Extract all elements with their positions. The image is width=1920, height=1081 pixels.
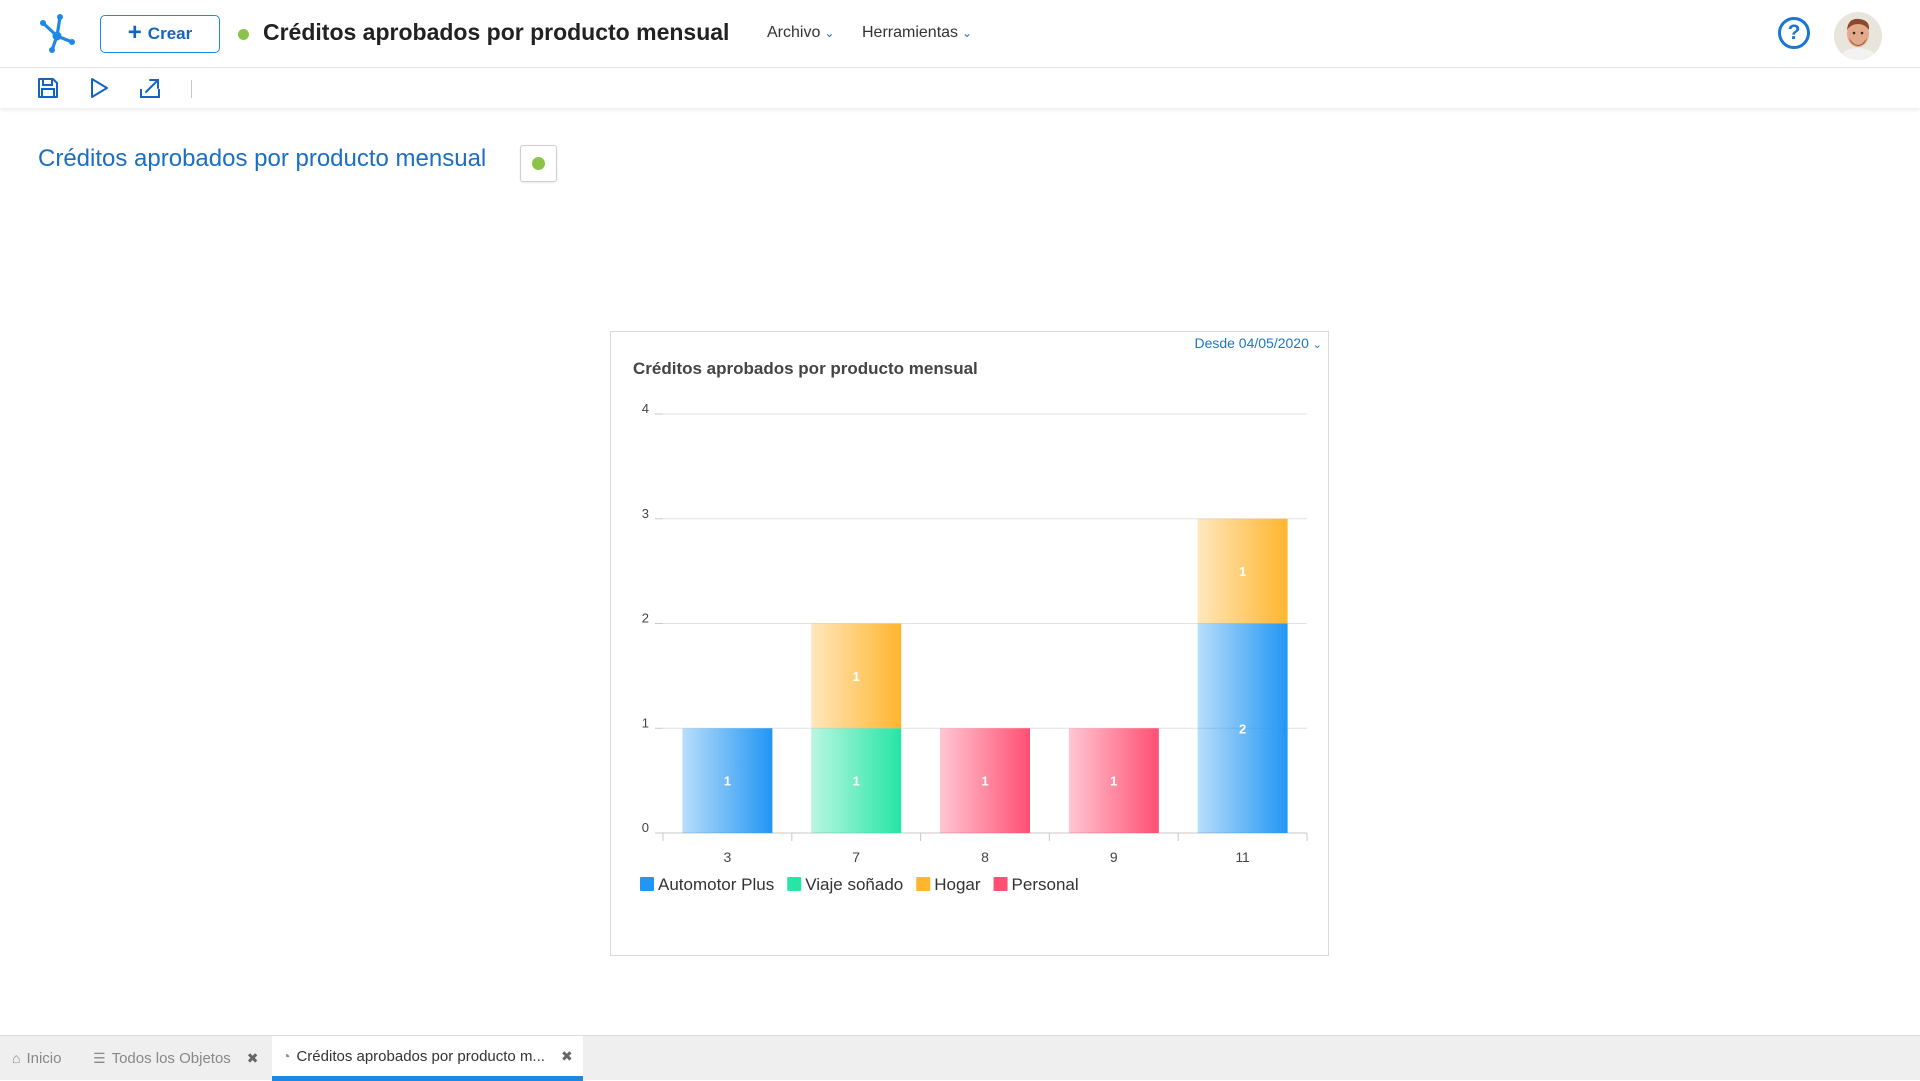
tab-creditos-label: Créditos aprobados por producto m... [296, 1047, 545, 1065]
menu-herramientas[interactable]: Herramientas ⌄ [862, 24, 972, 42]
x-tick-label: 9 [1110, 849, 1118, 865]
pie-chart-icon: ◔ [282, 1048, 291, 1064]
chevron-down-icon: ⌄ [962, 26, 973, 40]
tab-todos-label: Todos los Objetos [111, 1049, 231, 1067]
y-tick-label: 2 [642, 611, 649, 626]
y-tick-label: 0 [642, 820, 649, 835]
status-toggle[interactable] [520, 145, 557, 182]
chart-title: Créditos aprobados por producto mensual [633, 359, 978, 378]
bar-data-label: 1 [1239, 564, 1246, 579]
legend-label: Viaje soñado [805, 875, 903, 894]
list-icon: ☰ [93, 1049, 106, 1066]
legend-label: Personal [1012, 875, 1079, 894]
run-icon[interactable] [87, 76, 111, 100]
menu-archivo-label: Archivo [767, 24, 821, 41]
bottom-tab-bar: ⌂ Inicio ☰ Todos los Objetos ✖ ◔ Crédito… [0, 1035, 1920, 1081]
status-indicator [238, 29, 249, 40]
legend-label: Hogar [934, 875, 981, 894]
create-button[interactable]: + Crear [100, 15, 220, 53]
document-title: Créditos aprobados por producto mensual [263, 19, 730, 45]
page-title: Créditos aprobados por producto mensual [38, 145, 487, 172]
legend-label: Automotor Plus [658, 875, 774, 894]
x-tick-label: 11 [1235, 849, 1250, 865]
help-symbol: ? [1787, 21, 1801, 44]
bar-data-label: 1 [724, 774, 731, 789]
x-tick-label: 3 [724, 849, 732, 865]
bar-data-label: 1 [853, 669, 860, 684]
chart-card: 0 1 2 3 4 3 7 8 9 11 1 1 1 1 1 2 1 Automotor Plus Viaje so… [610, 331, 1329, 956]
legend-swatch [640, 877, 654, 891]
x-tick-label: 7 [852, 849, 860, 865]
top-header: + Crear Créditos aprobados por producto … [0, 0, 1920, 68]
y-tick-label: 3 [642, 506, 649, 521]
help-icon[interactable]: ? [1778, 17, 1810, 49]
legend-swatch [916, 877, 931, 891]
close-icon[interactable]: ✖ [247, 1050, 259, 1067]
menu-archivo[interactable]: Archivo ⌄ [767, 24, 834, 42]
date-filter-label: Desde 04/05/2020 [1194, 335, 1309, 351]
toolbar [0, 68, 1920, 108]
y-tick-label: 1 [642, 715, 649, 730]
toolbar-divider [191, 80, 192, 98]
create-button-label: Crear [147, 24, 193, 43]
chart-svg: 012343 7 8 9 111 111 121Automotor Plus Viaje so… [640, 401, 1308, 894]
chevron-down-icon: ⌄ [1312, 339, 1322, 351]
legend-swatch [787, 877, 802, 891]
bar-data-label: 1 [1110, 774, 1117, 789]
bar-data-label: 1 [981, 774, 988, 789]
chevron-down-icon: ⌄ [824, 26, 835, 40]
tab-inicio-label: Inicio [26, 1049, 62, 1067]
close-icon[interactable]: ✖ [561, 1048, 573, 1065]
tab-inicio[interactable]: ⌂ Inicio [2, 1036, 72, 1080]
bar-data-label: 2 [1239, 721, 1246, 736]
bar-data-label: 1 [853, 774, 860, 789]
user-avatar[interactable] [1834, 12, 1882, 60]
x-tick-label: 8 [981, 849, 989, 865]
y-tick-label: 4 [642, 401, 649, 416]
app-logo-icon[interactable] [36, 12, 78, 54]
legend-swatch [993, 877, 1008, 891]
menu-herramientas-label: Herramientas [862, 24, 959, 41]
tab-todos-los-objetos[interactable]: ☰ Todos los Objetos ✖ [83, 1036, 269, 1080]
tab-creditos-aprobados[interactable]: ◔ Créditos aprobados por producto m... ✖ [272, 1036, 583, 1081]
save-icon[interactable] [36, 76, 60, 100]
home-icon: ⌂ [12, 1050, 21, 1066]
plus-icon: + [127, 19, 142, 46]
date-filter-dropdown[interactable]: Desde 04/05/2020 ⌄ [1194, 335, 1322, 351]
export-icon[interactable] [138, 76, 162, 100]
status-dot-icon [532, 157, 545, 170]
